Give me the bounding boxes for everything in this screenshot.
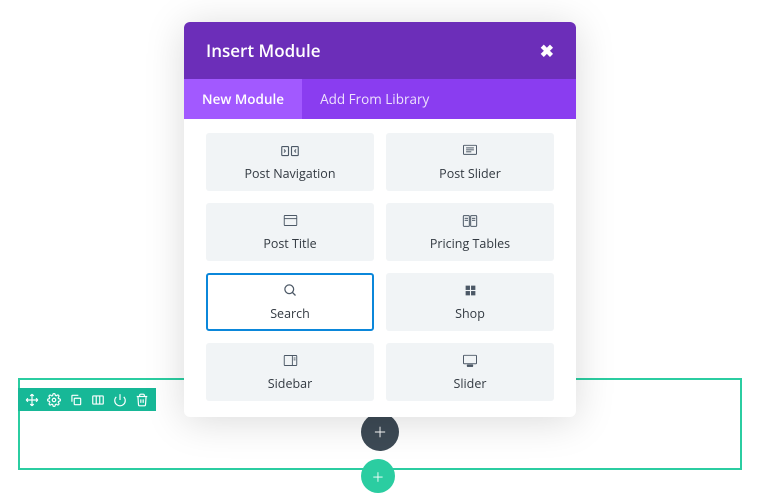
- module-sidebar[interactable]: Sidebar: [206, 343, 374, 401]
- module-pricing-tables[interactable]: Pricing Tables: [386, 203, 554, 261]
- insert-module-modal: Insert Module ✖ New Module Add From Libr…: [184, 22, 576, 417]
- tab-add-from-library[interactable]: Add From Library: [302, 79, 447, 119]
- module-grid: Post Navigation Post Slider Post Title P…: [184, 119, 576, 415]
- module-label: Post Navigation: [245, 165, 336, 182]
- module-label: Search: [270, 305, 310, 322]
- toolbar-trash-icon[interactable]: [131, 388, 153, 411]
- modal-tabs: New Module Add From Library: [184, 79, 576, 119]
- toolbar-gear-icon[interactable]: [43, 388, 65, 411]
- add-row-button[interactable]: +: [361, 413, 399, 451]
- tab-new-module[interactable]: New Module: [184, 79, 302, 119]
- plus-icon: +: [372, 463, 383, 490]
- module-search[interactable]: Search: [206, 273, 374, 331]
- sidebar-icon: [283, 353, 298, 369]
- module-label: Sidebar: [268, 375, 312, 392]
- toolbar-power-icon[interactable]: [109, 388, 131, 411]
- module-slider[interactable]: Slider: [386, 343, 554, 401]
- module-post-slider[interactable]: Post Slider: [386, 133, 554, 191]
- module-post-navigation[interactable]: Post Navigation: [206, 133, 374, 191]
- toolbar-move-icon[interactable]: [21, 388, 43, 411]
- slider-icon: [462, 353, 478, 369]
- pricing-tables-icon: [462, 213, 478, 229]
- post-title-icon: [283, 213, 298, 229]
- plus-icon: +: [374, 417, 387, 447]
- shop-icon: [464, 283, 477, 299]
- module-label: Pricing Tables: [430, 235, 510, 252]
- toolbar-columns-icon[interactable]: [87, 388, 109, 411]
- search-icon: [283, 283, 298, 299]
- module-label: Post Slider: [439, 165, 501, 182]
- section-toolbar: [18, 388, 156, 411]
- module-post-title[interactable]: Post Title: [206, 203, 374, 261]
- module-shop[interactable]: Shop: [386, 273, 554, 331]
- modal-title: Insert Module: [206, 39, 321, 62]
- module-label: Shop: [455, 305, 485, 322]
- add-section-button[interactable]: +: [361, 459, 395, 493]
- post-navigation-icon: [281, 143, 299, 159]
- modal-header: Insert Module ✖: [184, 22, 576, 79]
- close-icon[interactable]: ✖: [540, 39, 554, 62]
- module-label: Slider: [454, 375, 487, 392]
- module-label: Post Title: [263, 235, 316, 252]
- post-slider-icon: [462, 143, 478, 159]
- toolbar-duplicate-icon[interactable]: [65, 388, 87, 411]
